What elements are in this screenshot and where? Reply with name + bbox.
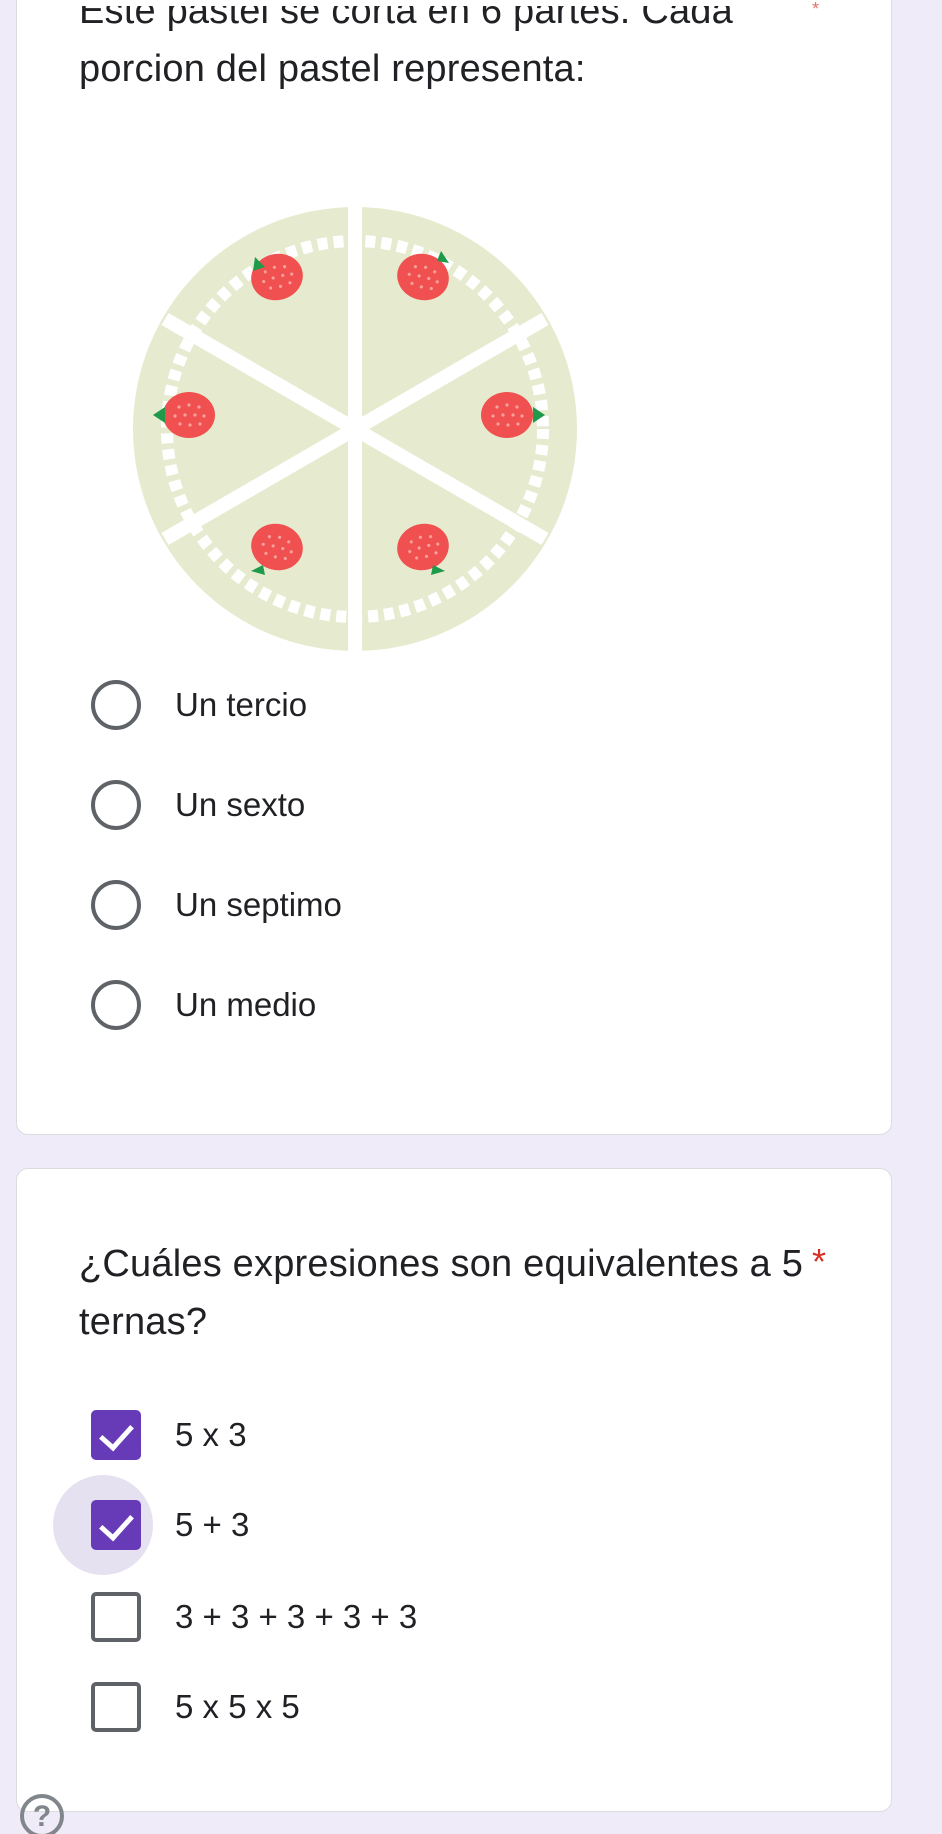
option-label: Un sexto: [175, 786, 306, 823]
option-un-sexto[interactable]: Un sexto: [77, 775, 305, 835]
radio-unchecked-icon[interactable]: [91, 880, 141, 930]
required-asterisk: *: [812, 0, 820, 19]
question-1-title: Este pastel se corta en 6 partes. Cada p…: [79, 0, 799, 98]
radio-unchecked-icon[interactable]: [91, 980, 141, 1030]
checkbox-option-5x3[interactable]: 5 x 3: [77, 1405, 247, 1465]
checkbox-option-5x5x5[interactable]: 5 x 5 x 5: [77, 1677, 300, 1737]
checkbox-checked-icon[interactable]: [91, 1410, 141, 1460]
checkbox-unchecked-icon[interactable]: [91, 1682, 141, 1732]
radio-unchecked-icon[interactable]: [91, 780, 141, 830]
question-card-1: Este pastel se corta en 6 partes. Cada p…: [16, 0, 892, 1135]
question-1-title-line2: porcion del pastel representa:: [79, 48, 586, 90]
checkbox-option-3plus3plus3plus3plus3[interactable]: 3 + 3 + 3 + 3 + 3: [77, 1587, 417, 1647]
option-label: 5 + 3: [175, 1506, 250, 1543]
option-label: 5 x 5 x 5: [175, 1688, 300, 1725]
question-1-title-line1: Este pastel se corta en 6 partes. Cada: [79, 0, 733, 32]
checkbox-unchecked-icon[interactable]: [91, 1592, 141, 1642]
cake-image: [105, 205, 605, 653]
option-label: Un medio: [175, 986, 317, 1023]
option-un-septimo[interactable]: Un septimo: [77, 875, 342, 935]
question-card-2: ¿Cuáles expresiones son equivalentes a 5…: [16, 1168, 892, 1812]
option-label: 3 + 3 + 3 + 3 + 3: [175, 1598, 418, 1635]
option-un-medio[interactable]: Un medio: [77, 975, 316, 1035]
option-un-tercio[interactable]: Un tercio: [77, 675, 307, 735]
option-label: Un tercio: [175, 686, 308, 723]
required-asterisk: *: [812, 1241, 827, 1282]
help-icon[interactable]: ?: [20, 1794, 64, 1834]
option-label: Un septimo: [175, 886, 342, 923]
radio-unchecked-icon[interactable]: [91, 680, 141, 730]
checkbox-option-5plus3[interactable]: 5 + 3: [77, 1495, 249, 1555]
question-2-title: ¿Cuáles expresiones son equivalentes a 5…: [79, 1243, 804, 1343]
option-label: 5 x 3: [175, 1416, 247, 1453]
checkbox-checked-icon[interactable]: [91, 1500, 141, 1550]
